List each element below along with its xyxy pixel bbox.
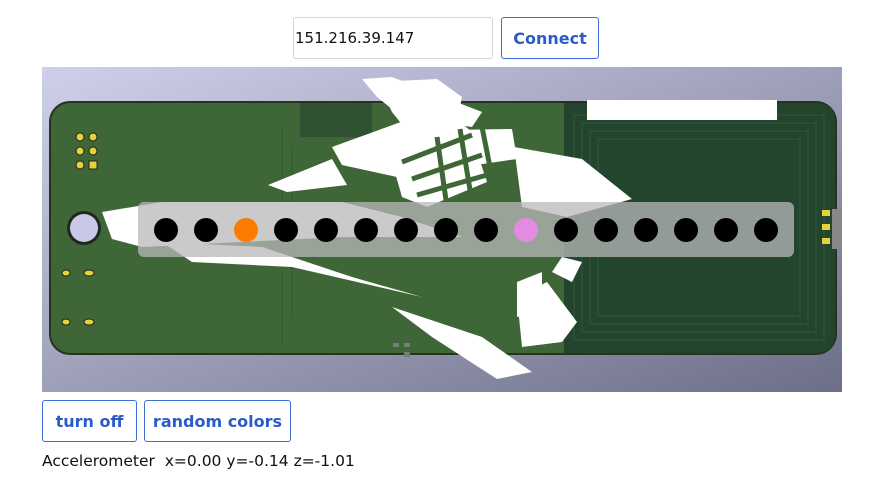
led-16	[754, 218, 778, 242]
turn-off-button[interactable]: turn off	[42, 400, 137, 442]
led-3	[234, 218, 258, 242]
connect-button[interactable]: Connect	[501, 17, 599, 59]
mounting-hole	[70, 214, 98, 242]
led-15	[714, 218, 738, 242]
led-6	[354, 218, 378, 242]
led-7	[394, 218, 418, 242]
led-14	[674, 218, 698, 242]
led-12	[594, 218, 618, 242]
board-render	[42, 67, 842, 392]
accel-y: y=-0.14	[226, 452, 289, 470]
led-13	[634, 218, 658, 242]
edge-connector	[822, 209, 842, 249]
board-view	[42, 67, 842, 392]
ip-address-input[interactable]	[293, 17, 493, 59]
accel-x: x=0.00	[164, 452, 222, 470]
led-8	[434, 218, 458, 242]
led-1	[154, 218, 178, 242]
led-5	[314, 218, 338, 242]
led-9	[474, 218, 498, 242]
led-11	[554, 218, 578, 242]
accelerometer-readout: Accelerometer x=0.00 y=-0.14 z=-1.01	[42, 452, 355, 470]
accel-z: z=-1.01	[293, 452, 355, 470]
led-4	[274, 218, 298, 242]
pcb-label	[587, 100, 777, 120]
led-2	[194, 218, 218, 242]
accelerometer-label: Accelerometer	[42, 452, 155, 470]
led-10	[514, 218, 538, 242]
random-colors-button[interactable]: random colors	[144, 400, 291, 442]
